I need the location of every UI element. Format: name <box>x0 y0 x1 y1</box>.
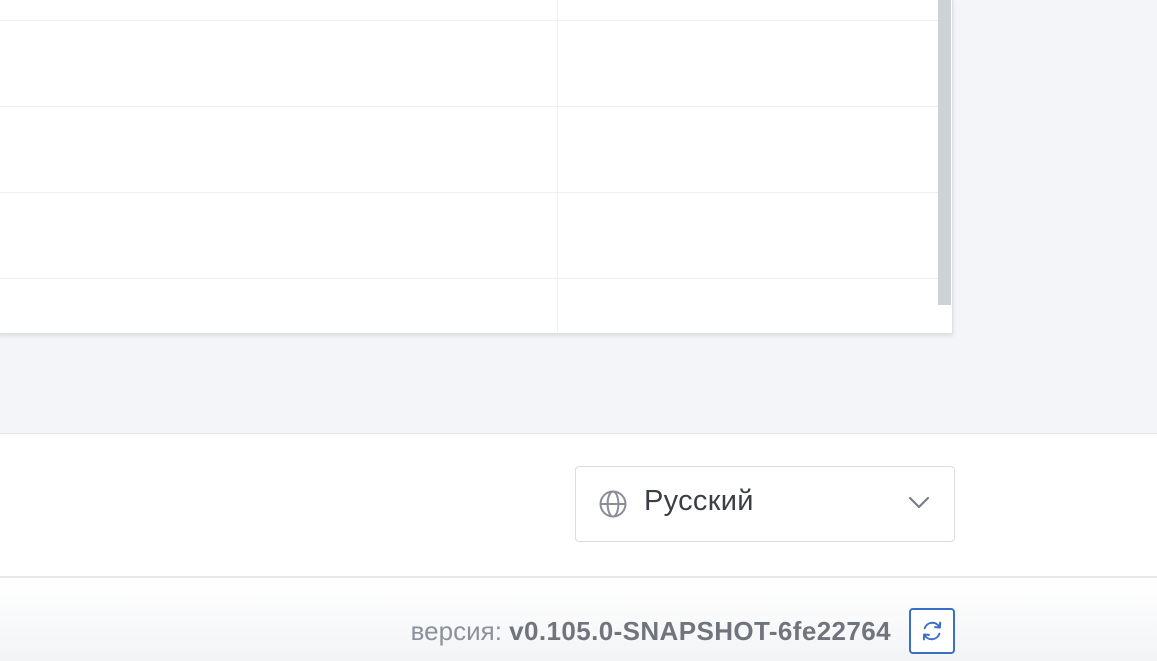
chevron-down-icon <box>908 496 930 509</box>
column-divider <box>557 0 558 20</box>
column-divider <box>557 107 558 192</box>
table-row[interactable] <box>0 0 939 21</box>
table-scrollbar-thumb[interactable] <box>938 0 951 305</box>
column-divider <box>557 193 558 278</box>
version-label: версия: <box>410 616 502 646</box>
page: Русский версия: v0.105.0-SNAPSHOT-6fe227… <box>0 0 1157 661</box>
table-row[interactable] <box>0 193 939 279</box>
language-select[interactable]: Русский <box>575 466 955 542</box>
refresh-icon <box>922 621 942 641</box>
table-row[interactable] <box>0 107 939 193</box>
table-row[interactable] <box>0 21 939 107</box>
column-divider <box>557 277 558 333</box>
column-divider <box>557 21 558 106</box>
version-value: v0.105.0-SNAPSHOT-6fe22764 <box>509 616 891 646</box>
refresh-button[interactable] <box>909 608 955 654</box>
language-select-value: Русский <box>644 485 754 517</box>
data-table <box>0 0 953 334</box>
version-info: версия: v0.105.0-SNAPSHOT-6fe22764 <box>411 616 891 647</box>
globe-icon <box>599 490 627 518</box>
